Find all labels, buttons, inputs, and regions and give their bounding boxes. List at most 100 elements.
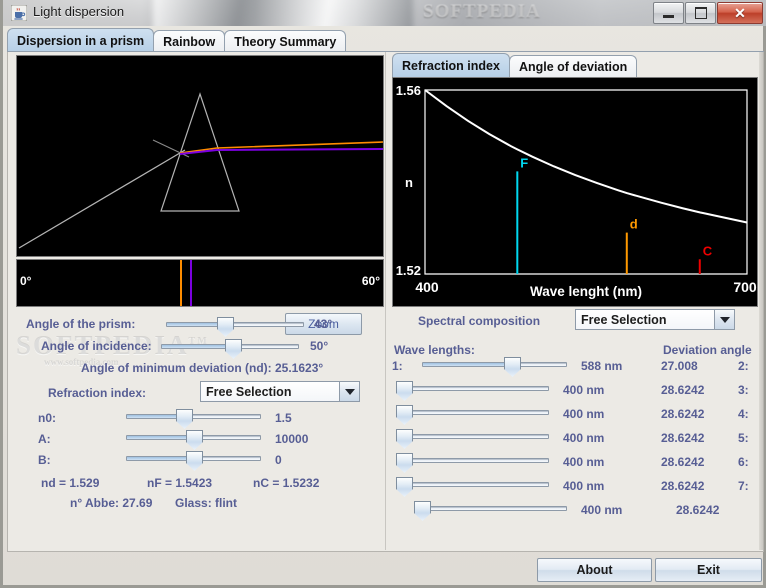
wave-lengths-label: Wave lengths: bbox=[394, 343, 475, 357]
maximize-button[interactable] bbox=[685, 2, 716, 24]
wavelength-slider[interactable] bbox=[396, 405, 549, 421]
marker-label-d: d bbox=[630, 217, 638, 232]
refraction-curve bbox=[424, 89, 748, 224]
window-controls: ✕ bbox=[653, 2, 763, 24]
wavelength-slider[interactable] bbox=[414, 501, 567, 517]
angle-of-prism-slider[interactable] bbox=[166, 317, 304, 333]
glass-type: Glass: flint bbox=[175, 496, 238, 510]
spectral-line-orange bbox=[180, 260, 182, 306]
abbe-number: n° Abbe: 27.69 bbox=[70, 496, 153, 510]
minimum-deviation-text: Angle of minimum deviation (nd): 25.1623… bbox=[81, 361, 324, 375]
deviation-angle-value: 28.6242 bbox=[661, 431, 705, 445]
slider-thumb[interactable] bbox=[396, 381, 413, 393]
wavelength-value: 400 nm bbox=[563, 383, 605, 397]
spectral-composition-dropdown[interactable]: Free Selection bbox=[575, 309, 735, 330]
wavelength-value: 400 nm bbox=[563, 431, 605, 445]
tab-label: Refraction index bbox=[402, 58, 500, 73]
deviation-angle-label: Deviation angle bbox=[663, 343, 752, 357]
chevron-down-icon[interactable] bbox=[714, 310, 734, 329]
footer-bar: About Exit bbox=[7, 553, 764, 583]
wavelength-value: 400 nm bbox=[563, 455, 605, 469]
y-axis-label: n bbox=[405, 175, 413, 190]
slider-fill bbox=[127, 415, 183, 418]
wavelength-row-index: 5: bbox=[738, 431, 749, 445]
slider-thumb[interactable] bbox=[396, 429, 413, 441]
slider-thumb[interactable] bbox=[504, 357, 521, 369]
slider-thumb[interactable] bbox=[225, 339, 242, 351]
deviation-angle-value: 27.008 bbox=[661, 359, 698, 373]
wavelength-value: 588 nm bbox=[581, 359, 623, 373]
b-slider[interactable] bbox=[126, 451, 261, 467]
tab-refraction-index[interactable]: Refraction index bbox=[392, 53, 510, 77]
slider-thumb[interactable] bbox=[186, 451, 203, 463]
tab-dispersion-in-a-prism[interactable]: Dispersion in a prism bbox=[7, 28, 155, 52]
angle-of-incidence-value: 50° bbox=[310, 339, 329, 353]
java-coffee-cup-icon bbox=[10, 4, 28, 22]
n0-value: 1.5 bbox=[275, 411, 292, 425]
nf-result: nF = 1.5423 bbox=[147, 476, 213, 490]
spectral-composition-label: Spectral composition bbox=[418, 314, 541, 328]
wavelength-row-index: 1: bbox=[392, 359, 403, 373]
refraction-index-label: Refraction index: bbox=[48, 386, 147, 400]
wavelength-slider[interactable] bbox=[396, 381, 549, 397]
tab-label: Angle of deviation bbox=[518, 59, 628, 74]
about-button[interactable]: About bbox=[537, 558, 652, 582]
slider-fill bbox=[423, 363, 512, 366]
slider-thumb[interactable] bbox=[186, 430, 203, 442]
y-tick-max: 1.56 bbox=[396, 83, 421, 98]
slider-track bbox=[404, 410, 549, 415]
a-value: 10000 bbox=[275, 432, 309, 446]
tab-theory-summary[interactable]: Theory Summary bbox=[224, 30, 347, 52]
wavelength-row-index: 2: bbox=[738, 359, 749, 373]
wavelength-value: 400 nm bbox=[563, 407, 605, 421]
wavelength-row-index: 4: bbox=[738, 407, 749, 421]
deviation-angle-value: 28.6242 bbox=[661, 407, 705, 421]
angle-of-incidence-slider[interactable] bbox=[161, 339, 299, 355]
right-panel: Refraction index Angle of deviation Fd C 1… bbox=[386, 52, 763, 550]
title-bar-blur bbox=[153, 0, 413, 26]
left-panel: 0° 60° Zoom Angle of the prism: 43° Angl… bbox=[8, 52, 386, 550]
wavelength-slider[interactable] bbox=[422, 357, 567, 373]
a-label: A: bbox=[38, 432, 51, 446]
wavelength-value: 400 nm bbox=[581, 503, 623, 517]
angle-of-prism-value: 43° bbox=[314, 317, 333, 331]
deviation-angle-value: 28.6242 bbox=[661, 479, 705, 493]
marker-label-F: F bbox=[520, 155, 528, 170]
title-bar-watermark: SOFTPEDIA bbox=[423, 1, 541, 22]
tab-label: Theory Summary bbox=[234, 34, 337, 49]
slider-thumb[interactable] bbox=[217, 317, 234, 329]
slider-thumb[interactable] bbox=[396, 405, 413, 417]
wavelength-row-index: 7: bbox=[738, 479, 749, 493]
wavelength-value: 400 nm bbox=[563, 479, 605, 493]
wavelength-slider[interactable] bbox=[396, 453, 549, 469]
tab-angle-of-deviation[interactable]: Angle of deviation bbox=[508, 55, 638, 77]
slider-thumb[interactable] bbox=[396, 477, 413, 489]
slider-track bbox=[404, 434, 549, 439]
wavelength-row-index: 6: bbox=[738, 455, 749, 469]
refraction-index-selected-value: Free Selection bbox=[201, 382, 339, 401]
slider-thumb[interactable] bbox=[396, 453, 413, 465]
spectral-line-violet bbox=[190, 260, 192, 306]
wavelength-slider[interactable] bbox=[396, 477, 549, 493]
slider-thumb[interactable] bbox=[176, 409, 193, 421]
exit-button[interactable]: Exit bbox=[655, 558, 762, 582]
window-title: Light dispersion bbox=[33, 4, 125, 19]
slider-fill bbox=[162, 345, 232, 348]
close-button[interactable]: ✕ bbox=[717, 2, 763, 24]
minimize-button[interactable] bbox=[653, 2, 684, 24]
refraction-index-chart: Fd C 1.56 1.52 400 700 Wave lenght (nm) n bbox=[392, 77, 758, 307]
slider-track bbox=[404, 458, 549, 463]
chevron-down-icon[interactable] bbox=[339, 382, 359, 401]
scale-min-label: 0° bbox=[20, 274, 32, 288]
n0-label: n0: bbox=[38, 411, 56, 425]
slider-fill bbox=[167, 323, 224, 326]
n0-slider[interactable] bbox=[126, 409, 261, 425]
a-slider[interactable] bbox=[126, 430, 261, 446]
tab-label: Dispersion in a prism bbox=[17, 33, 145, 48]
angle-of-prism-label: Angle of the prism: bbox=[26, 317, 136, 331]
tab-rainbow[interactable]: Rainbow bbox=[153, 30, 226, 52]
slider-thumb[interactable] bbox=[414, 501, 431, 513]
wavelength-slider[interactable] bbox=[396, 429, 549, 445]
nc-result: nC = 1.5232 bbox=[253, 476, 320, 490]
refraction-index-dropdown[interactable]: Free Selection bbox=[200, 381, 360, 402]
